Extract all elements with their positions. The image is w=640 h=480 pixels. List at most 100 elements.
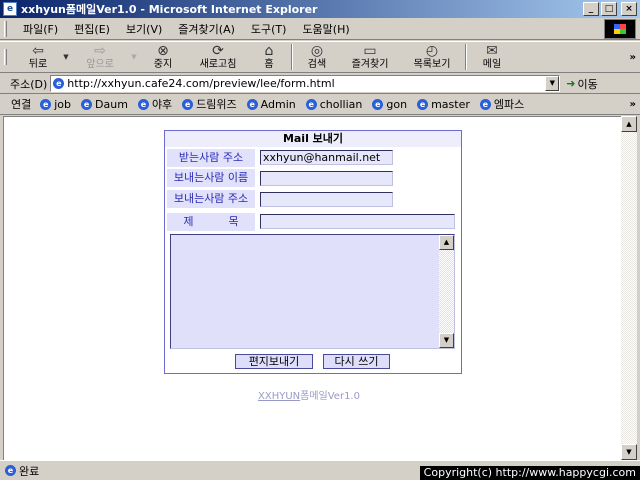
form-title: Mail 보내기 xyxy=(165,131,461,147)
link-label: master xyxy=(431,97,470,111)
menu-tools[interactable]: 도구(T) xyxy=(243,21,295,37)
link-yahoo[interactable]: e 야후 xyxy=(136,96,172,112)
menu-favorites[interactable]: 즐겨찾기(A) xyxy=(170,21,243,37)
link-admin[interactable]: e Admin xyxy=(245,98,296,111)
scroll-down-button[interactable]: ▼ xyxy=(621,444,637,460)
favorites-button[interactable]: ▭ 즐겨찾기 xyxy=(339,42,401,72)
address-dropdown-button[interactable]: ▼ xyxy=(545,76,560,91)
menu-grip[interactable] xyxy=(4,20,7,37)
page-scrollbar[interactable]: ▲ ▼ xyxy=(621,116,637,460)
forward-button[interactable]: ⇨ 앞으로 xyxy=(71,42,129,72)
link-label: Daum xyxy=(95,97,128,111)
page-icon: e xyxy=(53,78,65,89)
refresh-label: 새로고침 xyxy=(199,59,237,70)
link-label: gon xyxy=(386,97,408,111)
status-message: e 완료 xyxy=(3,463,39,479)
sender-address-input[interactable] xyxy=(260,192,393,207)
message-body-textarea[interactable]: ▲ ▼ xyxy=(170,234,455,349)
standard-toolbar: ⇦ 뒤로 ▼ ⇨ 앞으로 ▼ ⊗ 중지 ⟳ 새로고침 ⌂ 홈 ◎ 검색 ▭ 즐겨… xyxy=(0,41,640,73)
window-title: xxhyun폼메일Ver1.0 - Microsoft Internet Exp… xyxy=(21,3,318,16)
links-more-chevron-icon[interactable]: » xyxy=(630,99,636,110)
textarea-scroll-up-button[interactable]: ▲ xyxy=(439,235,454,250)
back-button[interactable]: ⇦ 뒤로 xyxy=(15,42,61,72)
link-label: Admin xyxy=(260,97,296,111)
toolbar-grip[interactable] xyxy=(4,49,7,65)
home-label: 홈 xyxy=(264,59,274,70)
links-bar: 연결 e job e Daum e 야후 e 드림위즈 e Admin e chollian… xyxy=(0,94,640,115)
menu-edit[interactable]: 편집(E) xyxy=(66,21,118,37)
subject-label: 제 목 xyxy=(167,213,255,231)
link-label: job xyxy=(54,97,72,111)
go-arrow-icon: ➜ xyxy=(566,77,576,90)
history-button[interactable]: ◴ 목록보기 xyxy=(401,42,463,72)
scroll-up-button[interactable]: ▲ xyxy=(621,116,637,132)
link-page-icon: e xyxy=(417,98,429,110)
to-address-label: 받는사람 주소 xyxy=(167,149,255,167)
sender-address-label: 보내는사람 주소 xyxy=(167,190,255,208)
link-page-icon: e xyxy=(246,98,258,110)
favorites-label: 즐겨찾기 xyxy=(351,59,389,70)
home-button[interactable]: ⌂ 홈 xyxy=(249,42,289,72)
address-label: 주소(D) xyxy=(10,77,48,91)
search-button[interactable]: ◎ 검색 xyxy=(295,42,339,72)
textarea-scroll-down-button[interactable]: ▼ xyxy=(439,333,454,348)
address-box: e ▼ xyxy=(50,75,561,92)
search-label: 검색 xyxy=(307,59,327,70)
mail-label: 메일 xyxy=(482,59,502,70)
link-page-icon: e xyxy=(479,98,491,110)
link-page-icon: e xyxy=(137,98,149,110)
status-page-icon: e xyxy=(5,465,16,476)
sender-name-label: 보내는사람 이름 xyxy=(167,169,255,187)
address-bar: 주소(D) e ▼ ➜ 이동 xyxy=(0,74,640,94)
toolbar-more-chevron-icon[interactable]: » xyxy=(630,52,636,63)
refresh-button[interactable]: ⟳ 새로고침 xyxy=(187,42,249,72)
link-chollian[interactable]: e chollian xyxy=(304,97,363,111)
link-job[interactable]: e job xyxy=(38,98,71,111)
subject-input[interactable] xyxy=(260,214,455,229)
back-arrow-icon: ⇦ xyxy=(32,43,44,59)
history-label: 목록보기 xyxy=(413,59,451,70)
links-label: 연결 xyxy=(11,98,32,111)
menu-file[interactable]: 파일(F) xyxy=(15,21,66,37)
forward-label: 앞으로 xyxy=(86,59,114,70)
copyright-watermark: Copyright(c) http://www.happycgi.com xyxy=(419,466,640,480)
mail-form: Mail 보내기 받는사람 주소 보내는사람 이름 보내는사람 주소 제 목 ▲… xyxy=(164,130,462,374)
to-address-input[interactable] xyxy=(260,150,393,165)
footer-brand-link[interactable]: XXHYUN xyxy=(258,391,300,402)
go-label: 이동 xyxy=(577,77,598,91)
link-label: 엠파스 xyxy=(493,98,525,111)
message-body-scrollbar[interactable]: ▲ ▼ xyxy=(439,235,454,348)
link-label: 드림위즈 xyxy=(196,98,237,111)
favorites-folder-icon: ▭ xyxy=(363,43,377,59)
link-master[interactable]: e master xyxy=(415,98,470,111)
toolbar-separator xyxy=(465,44,467,70)
mail-button[interactable]: ✉ 메일 xyxy=(469,42,515,72)
close-button[interactable]: × xyxy=(621,2,637,16)
link-empas[interactable]: e 엠파스 xyxy=(478,96,524,112)
back-dropdown-button[interactable]: ▼ xyxy=(61,53,71,61)
menu-view[interactable]: 보기(V) xyxy=(118,21,170,37)
link-dreamwiz[interactable]: e 드림위즈 xyxy=(180,96,237,112)
windows-logo-icon xyxy=(604,19,636,39)
maximize-button[interactable]: □ xyxy=(601,2,617,16)
search-icon: ◎ xyxy=(310,43,324,59)
menu-help[interactable]: 도움말(H) xyxy=(294,21,357,37)
send-mail-button[interactable]: 편지보내기 xyxy=(235,354,313,369)
link-label: chollian xyxy=(319,97,363,111)
link-label: 야후 xyxy=(151,98,173,111)
go-button[interactable]: ➜ 이동 xyxy=(566,76,597,92)
mail-icon: ✉ xyxy=(486,43,498,59)
home-icon: ⌂ xyxy=(264,43,274,59)
address-input[interactable] xyxy=(67,76,546,91)
link-page-icon: e xyxy=(305,98,317,110)
stop-icon: ⊗ xyxy=(157,43,169,59)
minimize-button[interactable]: _ xyxy=(583,2,599,16)
stop-button[interactable]: ⊗ 중지 xyxy=(139,42,187,72)
reset-button[interactable]: 다시 쓰기 xyxy=(323,354,390,369)
link-gon[interactable]: e gon xyxy=(370,98,407,111)
ie-app-icon[interactable]: e xyxy=(3,2,17,16)
link-daum[interactable]: e Daum xyxy=(79,98,128,111)
sender-name-input[interactable] xyxy=(260,171,393,186)
link-page-icon: e xyxy=(81,98,93,110)
forward-dropdown-button[interactable]: ▼ xyxy=(129,53,139,61)
